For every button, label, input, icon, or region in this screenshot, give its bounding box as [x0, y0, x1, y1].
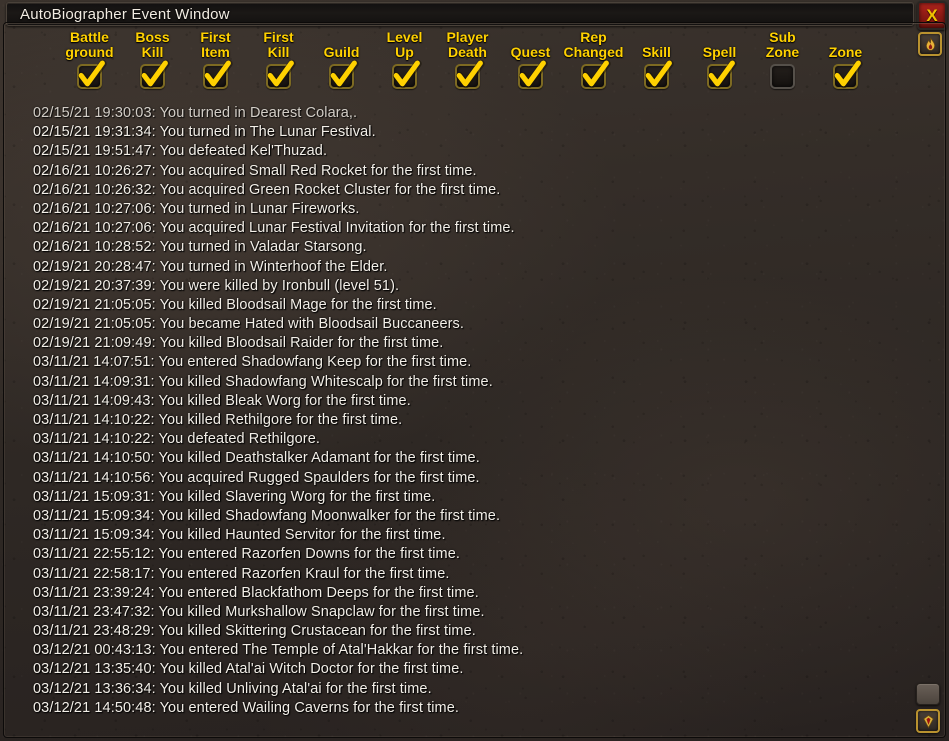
log-entry: 02/16/21 10:26:27: You acquired Small Re…	[33, 162, 477, 179]
log-entry: 03/11/21 14:07:51: You entered Shadowfan…	[33, 354, 472, 371]
checkbox-zone[interactable]	[833, 59, 863, 89]
log-entry: 03/11/21 15:09:31: You killed Slavering …	[33, 488, 436, 505]
log-entry: 03/11/21 15:09:34: You killed Shadowfang…	[33, 507, 501, 524]
filter-first-item[interactable]: First Item	[184, 28, 247, 89]
checkbox-skill[interactable]	[644, 59, 674, 89]
check-icon	[455, 59, 485, 89]
log-entry: 03/11/21 14:10:50: You killed Deathstalk…	[33, 450, 480, 467]
checkbox-boss-kill[interactable]	[140, 59, 170, 89]
checkbox-first-item[interactable]	[203, 59, 233, 89]
close-icon: X	[926, 6, 938, 25]
filter-label-rep-changed: Rep Changed	[563, 29, 624, 60]
checkbox-first-kill[interactable]	[266, 59, 296, 89]
checkbox-sub-zone[interactable]	[770, 64, 795, 89]
checkbox-battleground[interactable]	[77, 59, 107, 89]
log-entry: 02/15/21 19:31:34: You turned in The Lun…	[33, 124, 376, 141]
log-entry: 02/16/21 10:27:06: You acquired Lunar Fe…	[33, 220, 515, 237]
check-icon	[518, 59, 548, 89]
log-entry: 02/19/21 20:28:47: You turned in Winterh…	[33, 258, 388, 275]
checkbox-player-death[interactable]	[455, 59, 485, 89]
filter-label-skill: Skill	[642, 44, 671, 60]
event-log-list[interactable]: 02/15/21 19:30:03: You turned in Dearest…	[8, 104, 941, 735]
log-entry: 02/19/21 20:37:39: You were killed by Ir…	[33, 277, 400, 294]
filter-level-up[interactable]: Level Up	[373, 28, 436, 89]
filter-zone[interactable]: Zone	[814, 28, 877, 89]
check-icon	[140, 59, 170, 89]
filter-label-zone: Zone	[828, 44, 863, 60]
check-icon	[581, 59, 611, 89]
filter-sub-zone[interactable]: Sub Zone	[751, 28, 814, 89]
log-entry: 03/11/21 14:09:31: You killed Shadowfang…	[33, 373, 493, 390]
log-entry: 03/12/21 00:43:13: You entered The Templ…	[33, 642, 524, 659]
filter-label-level-up: Level Up	[386, 29, 423, 60]
log-entry: 03/11/21 22:55:12: You entered Razorfen …	[33, 546, 460, 563]
log-entry: 02/19/21 21:09:49: You killed Bloodsail …	[33, 335, 444, 352]
filter-label-player-death: Player Death	[446, 29, 489, 60]
check-icon	[833, 59, 863, 89]
filter-first-kill[interactable]: First Kill	[247, 28, 310, 89]
filter-label-boss-kill: Boss Kill	[135, 29, 170, 60]
check-icon	[392, 59, 422, 89]
filter-battleground[interactable]: Battle ground	[58, 28, 121, 89]
log-entry: 03/12/21 14:50:48: You entered Wailing C…	[33, 699, 460, 716]
checkbox-spell[interactable]	[707, 59, 737, 89]
filter-label-battleground: Battle ground	[65, 29, 114, 60]
log-entry: 03/11/21 23:47:32: You killed Murkshallo…	[33, 603, 485, 620]
filter-label-first-item: First Item	[200, 29, 231, 60]
log-entry: 02/16/21 10:26:32: You acquired Green Ro…	[33, 181, 501, 198]
check-icon	[329, 59, 359, 89]
log-entry: 03/12/21 13:35:40: You killed Atal'ai Wi…	[33, 661, 464, 678]
checkbox-level-up[interactable]	[392, 59, 422, 89]
filter-label-first-kill: First Kill	[263, 29, 294, 60]
filter-label-quest: Quest	[510, 44, 551, 60]
log-entry: 02/19/21 21:05:05: You killed Bloodsail …	[33, 296, 437, 313]
checkbox-rep-changed[interactable]	[581, 59, 611, 89]
log-entry: 03/11/21 23:39:24: You entered Blackfath…	[33, 584, 479, 601]
filter-skill[interactable]: Skill	[625, 28, 688, 89]
log-entry: 03/11/21 14:09:43: You killed Bleak Worg…	[33, 392, 411, 409]
filter-boss-kill[interactable]: Boss Kill	[121, 28, 184, 89]
checkbox-quest[interactable]	[518, 59, 548, 89]
filter-label-spell: Spell	[702, 44, 737, 60]
check-icon	[266, 59, 296, 89]
filter-player-death[interactable]: Player Death	[436, 28, 499, 89]
title-bar[interactable]: AutoBiographer Event Window	[6, 2, 914, 26]
filter-quest[interactable]: Quest	[499, 28, 562, 89]
log-entry: 03/11/21 14:10:22: You killed Rethilgore…	[33, 412, 403, 428]
log-entry: 02/15/21 19:51:47: You defeated Kel'Thuz…	[33, 143, 328, 160]
window-title: AutoBiographer Event Window	[20, 5, 230, 23]
check-icon	[77, 59, 107, 89]
log-entry: 02/19/21 21:05:05: You became Hated with…	[33, 316, 465, 333]
autobiographer-window: AutoBiographer Event Window X Battle gro…	[0, 0, 949, 741]
log-entry: 03/11/21 14:10:56: You acquired Rugged S…	[33, 469, 480, 486]
filter-spell[interactable]: Spell	[688, 28, 751, 89]
filter-rep-changed[interactable]: Rep Changed	[562, 28, 625, 89]
log-entry: 02/15/21 19:30:03: You turned in Dearest…	[33, 105, 358, 121]
filter-guild[interactable]: Guild	[310, 28, 373, 89]
event-filter-toolbar: Battle ground Boss Kill First Item First Ki…	[6, 28, 943, 102]
checkbox-guild[interactable]	[329, 59, 359, 89]
check-icon	[707, 59, 737, 89]
log-entry: 03/11/21 23:48:29: You killed Skittering…	[33, 623, 476, 640]
log-entry: 03/11/21 22:58:17: You entered Razorfen …	[33, 565, 450, 582]
log-entry: 03/12/21 13:36:34: You killed Unliving A…	[33, 680, 432, 697]
filter-label-sub-zone: Sub Zone	[765, 29, 800, 60]
close-button[interactable]: X	[917, 1, 947, 30]
log-entry: 03/11/21 14:10:22: You defeated Rethilgo…	[33, 431, 321, 448]
check-icon	[203, 59, 233, 89]
log-entry: 02/16/21 10:28:52: You turned in Valadar…	[33, 239, 367, 256]
filter-label-guild: Guild	[323, 44, 360, 60]
log-entry: 02/16/21 10:27:06: You turned in Lunar F…	[33, 200, 360, 217]
check-icon	[644, 59, 674, 89]
log-entry: 03/11/21 15:09:34: You killed Haunted Se…	[33, 527, 446, 544]
